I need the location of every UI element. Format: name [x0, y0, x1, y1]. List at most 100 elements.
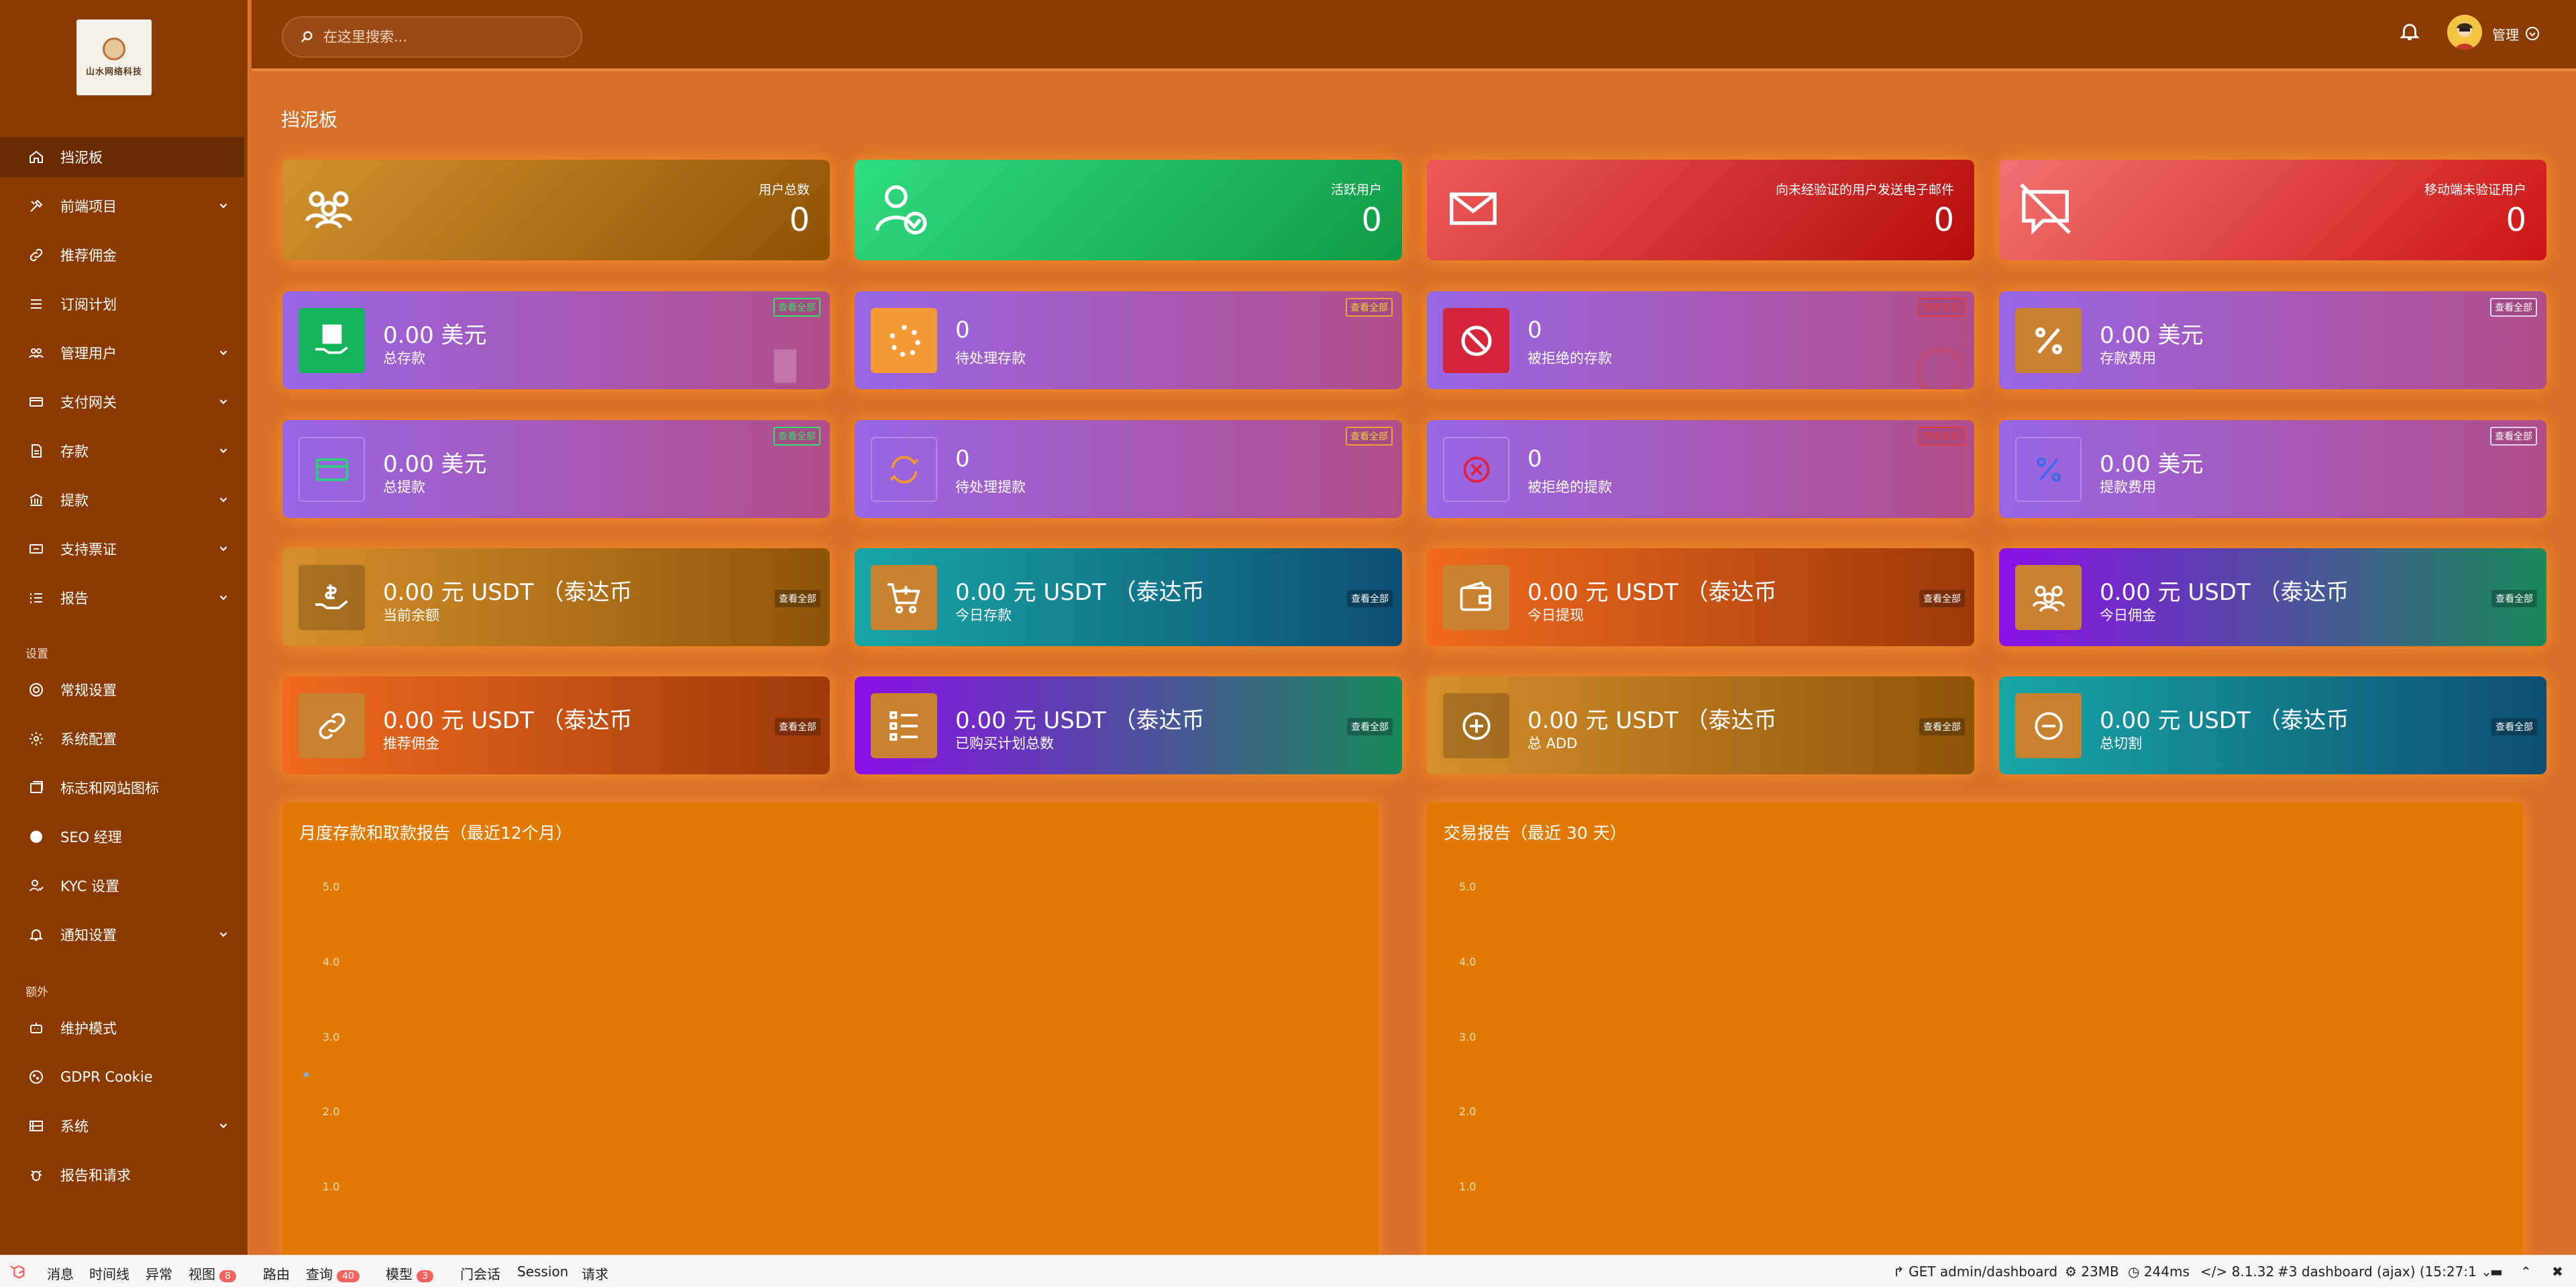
sidebar-item-users[interactable]: 管理用户 [0, 333, 246, 373]
stat-card-rejected-withdraw[interactable]: 0 被拒绝的提款 查看全部 [1427, 420, 1974, 518]
avatar[interactable] [2447, 15, 2482, 50]
view-all-button[interactable]: 查看全部 [773, 427, 820, 446]
view-all-button[interactable]: 查看全部 [775, 590, 820, 607]
stat-value: 0 [955, 317, 970, 344]
stat-card-total-users[interactable]: 用户总数 0 [282, 160, 830, 260]
stat-card-total-deposit[interactable]: 0.00 美元 总存款 查看全部 [282, 291, 830, 389]
sidebar-item-plans[interactable]: 订阅计划 [0, 284, 246, 324]
percent-icon [2015, 308, 2082, 373]
stat-card-referral-commission[interactable]: 0.00 元 USDT （泰达币 推荐佣金 查看全部 [282, 676, 830, 774]
view-all-button[interactable]: 查看全部 [1347, 590, 1393, 607]
debug-tab-label: 视图 [189, 1266, 215, 1282]
debug-tab-request[interactable]: 请求 [582, 1264, 608, 1283]
chevron-up-icon[interactable]: ⌃ [2520, 1264, 2532, 1280]
bank-icon [27, 491, 46, 509]
view-all-button[interactable]: 查看全部 [1918, 427, 1965, 446]
debug-tab-session[interactable]: Session [517, 1264, 568, 1280]
stat-card-today-withdraw[interactable]: 0.00 元 USDT （泰达币 今日提现 查看全部 [1427, 548, 1974, 646]
folder-icon[interactable]: ▬ [2490, 1264, 2503, 1280]
view-all-button[interactable]: 查看全部 [1347, 718, 1393, 735]
close-icon[interactable]: ✖ [2552, 1264, 2563, 1280]
sidebar-item-system-config[interactable]: 系统配置 [0, 719, 246, 759]
stat-label: 被拒绝的存款 [1527, 350, 1612, 366]
stat-card-rejected-deposit[interactable]: 0 被拒绝的存款 查看全部 [1427, 291, 1974, 389]
sidebar-item-reports[interactable]: 报告 [0, 578, 246, 618]
ticket-icon [27, 539, 46, 558]
sidebar-item-system[interactable]: 系统 [0, 1106, 246, 1146]
debug-php-text: 8.1.32 [2231, 1264, 2275, 1280]
stat-card-pending-withdraw[interactable]: 0 待处理提款 查看全部 [855, 420, 1402, 518]
users-icon [27, 344, 46, 362]
y-tick-label: 3.0 [1459, 1031, 1477, 1043]
link-icon [299, 693, 365, 758]
view-all-button[interactable]: 查看全部 [1919, 590, 1965, 607]
laravel-logo-icon[interactable] [8, 1262, 27, 1281]
debug-tab-routes[interactable]: 路由 [263, 1264, 290, 1283]
debug-tab-queries[interactable]: 查询 40 [306, 1264, 360, 1283]
sidebar-item-label: 提款 [60, 493, 89, 509]
notification-bell-icon[interactable] [2398, 19, 2421, 44]
stat-card-withdraw-fee[interactable]: 0.00 美元 提款费用 查看全部 [1999, 420, 2546, 518]
sidebar-item-kyc[interactable]: KYC 设置 [0, 866, 246, 906]
y-tick-label: 5.0 [1459, 880, 1477, 893]
view-all-button[interactable]: 查看全部 [1918, 298, 1965, 317]
view-all-button[interactable]: 查看全部 [2491, 718, 2537, 735]
view-all-button[interactable]: 查看全部 [1346, 298, 1393, 317]
sidebar-item-report-request[interactable]: 报告和请求 [0, 1155, 246, 1195]
sidebar-item-referral[interactable]: 推荐佣金 [0, 235, 246, 275]
stat-card-active-users[interactable]: 活跃用户 0 [855, 160, 1402, 260]
sidebar-item-logo-favicon[interactable]: 标志和网站图标 [0, 768, 246, 808]
sidebar-item-general-settings[interactable]: 常规设置 [0, 670, 246, 710]
username[interactable]: 管理 [2492, 24, 2519, 44]
plus-circle-icon [1443, 693, 1509, 758]
debug-tab-messages[interactable]: 消息 [47, 1264, 74, 1283]
sidebar-item-frontend[interactable]: 前端项目 [0, 186, 246, 226]
debug-tab-gate[interactable]: 门会话 [460, 1264, 500, 1283]
stat-card-total-add[interactable]: 0.00 元 USDT （泰达币 总 ADD 查看全部 [1427, 676, 1974, 774]
credit-card-icon [27, 393, 46, 411]
sidebar-item-dashboard[interactable]: 挡泥板 [0, 137, 244, 177]
stat-card-today-deposit[interactable]: 0.00 元 USDT （泰达币 今日存款 查看全部 [855, 548, 1402, 646]
view-all-button[interactable]: 查看全部 [2490, 298, 2537, 317]
chevron-down-icon [219, 497, 227, 503]
site-logo[interactable]: 山水网络科技 [76, 19, 152, 95]
sidebar-item-gateways[interactable]: 支付网关 [0, 382, 246, 422]
debug-request-select[interactable]: #3 dashboard (ajax) (15:27:1 ⌄ [2277, 1264, 2492, 1280]
stat-card-total-withdraw[interactable]: 0.00 美元 总提款 查看全部 [282, 420, 830, 518]
stat-card-email-unverified[interactable]: 向未经验证的用户发送电子邮件 0 [1427, 160, 1974, 260]
debug-tab-exceptions[interactable]: 异常 [146, 1264, 172, 1283]
view-all-button[interactable]: 查看全部 [1919, 718, 1965, 735]
sidebar-item-seo[interactable]: SEO 经理 [0, 817, 246, 857]
stat-value: 0 [1527, 317, 1542, 344]
chevron-down-icon [219, 546, 227, 552]
stat-card-today-commission[interactable]: 0.00 元 USDT （泰达币 今日佣金 查看全部 [1999, 548, 2546, 646]
stat-card-pending-deposit[interactable]: 0 待处理存款 查看全部 [855, 291, 1402, 389]
stat-value: 0.00 美元 [383, 451, 487, 478]
view-all-button[interactable]: 查看全部 [773, 298, 820, 317]
view-all-button[interactable]: 查看全部 [1346, 427, 1393, 446]
search-box[interactable] [282, 16, 582, 58]
y-tick-label: 4.0 [323, 956, 340, 968]
debug-php-version: </> 8.1.32 [2200, 1264, 2275, 1280]
sidebar-item-deposits[interactable]: 存款 [0, 431, 246, 471]
stat-card-mobile-unverified[interactable]: 移动端未验证用户 0 [1999, 160, 2546, 260]
sidebar-item-tickets[interactable]: 支持票证 [0, 529, 246, 569]
stat-card-current-balance[interactable]: 0.00 元 USDT （泰达币 当前余额 查看全部 [282, 548, 830, 646]
sidebar-item-notification[interactable]: 通知设置 [0, 915, 246, 955]
view-all-button[interactable]: 查看全部 [2491, 590, 2537, 607]
debug-tab-timeline[interactable]: 时间线 [89, 1264, 129, 1283]
view-all-button[interactable]: 查看全部 [2490, 427, 2537, 446]
stat-card-deposit-fee[interactable]: 0.00 美元 存款费用 查看全部 [1999, 291, 2546, 389]
sidebar-item-gdpr[interactable]: GDPR Cookie [0, 1057, 246, 1097]
debug-memory: ⚙ 23MB [2065, 1264, 2119, 1280]
stat-card-total-cut[interactable]: 0.00 元 USDT （泰达币 总切割 查看全部 [1999, 676, 2546, 774]
chevron-down-circle-icon[interactable] [2524, 25, 2540, 42]
sidebar-item-maintenance[interactable]: 维护模式 [0, 1008, 246, 1048]
sidebar-item-withdrawals[interactable]: 提款 [0, 480, 246, 520]
search-input[interactable] [323, 29, 565, 45]
stat-card-purchased-plans[interactable]: 0.00 元 USDT （泰达币 已购买计划总数 查看全部 [855, 676, 1402, 774]
chevron-down-icon [219, 932, 227, 937]
view-all-button[interactable]: 查看全部 [775, 718, 820, 735]
debug-tab-views[interactable]: 视图 8 [189, 1264, 236, 1283]
debug-tab-models[interactable]: 模型 3 [386, 1264, 433, 1283]
